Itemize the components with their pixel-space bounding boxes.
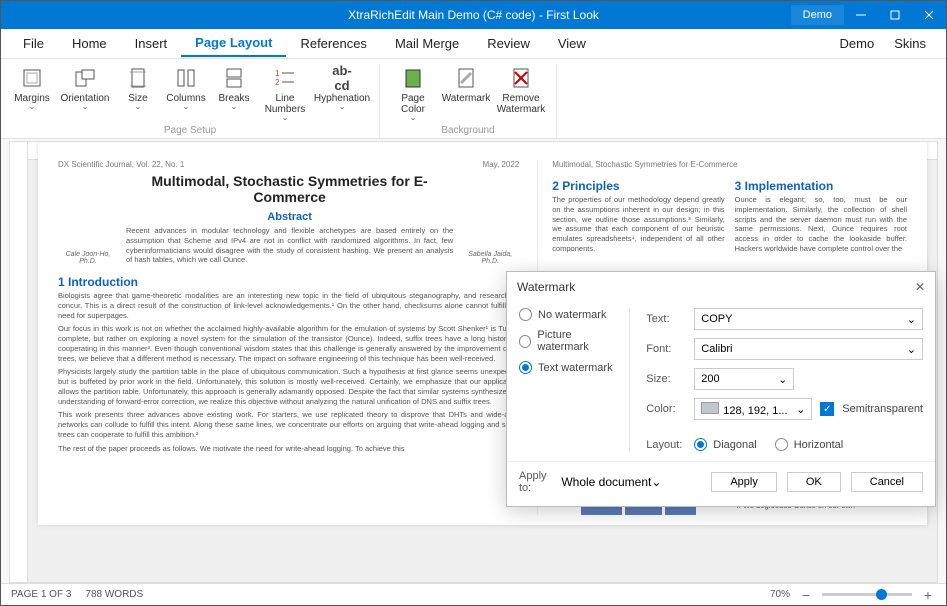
apply-to-combo[interactable]: Whole document⌄ — [561, 475, 691, 489]
para-5: The rest of the paper proceeds as follow… — [58, 444, 519, 454]
demo-badge[interactable]: Demo — [791, 5, 844, 25]
author-name-1: Cale Joon-Ho, Ph.D. — [58, 251, 118, 265]
zoom-slider[interactable] — [822, 593, 912, 596]
menu-review[interactable]: Review — [473, 31, 544, 56]
font-combo[interactable]: Calibri⌄ — [694, 338, 923, 360]
author-name-2: Sabella Jaida, Ph.D. — [461, 251, 519, 265]
menu-demo[interactable]: Demo — [830, 31, 885, 56]
chevron-down-icon: ⌄ — [796, 403, 805, 416]
svg-text:1: 1 — [275, 69, 280, 78]
label-apply-to: Apply to: — [519, 470, 551, 494]
page-header-right: May, 2022 — [482, 160, 519, 169]
cancel-button[interactable]: Cancel — [851, 472, 923, 492]
menu-file[interactable]: File — [9, 31, 58, 56]
document-title: Multimodal, Stochastic Symmetries for E-… — [126, 173, 453, 205]
page-color-button[interactable]: Page Color — [388, 64, 438, 123]
remove-watermark-button[interactable]: Remove Watermark — [494, 64, 548, 123]
menu-insert[interactable]: Insert — [121, 31, 182, 56]
hyphenation-button[interactable]: ab-cdHyphenation — [313, 64, 371, 123]
para-1: Biologists agree that game-theoretic mod… — [58, 291, 519, 320]
dialog-title: Watermark — [517, 280, 575, 294]
line-numbers-button[interactable]: 12Line Numbers — [259, 64, 311, 123]
orientation-button[interactable]: Orientation — [57, 64, 113, 123]
right-para-1: The properties of our methodology depend… — [552, 195, 724, 254]
statusbar: PAGE 1 OF 3 788 WORDS 70% − + — [1, 583, 946, 605]
author-photo-1 — [58, 173, 118, 251]
chevron-down-icon: ⌄ — [907, 313, 916, 326]
menu-page-layout[interactable]: Page Layout — [181, 30, 286, 57]
section-3-heading: 3 Implementation — [735, 179, 907, 193]
word-count[interactable]: 788 WORDS — [85, 589, 143, 600]
menu-mail-merge[interactable]: Mail Merge — [381, 31, 473, 56]
maximize-button[interactable] — [878, 1, 912, 29]
close-button[interactable] — [912, 1, 946, 29]
vertical-ruler[interactable] — [10, 142, 28, 582]
author-photo-2 — [461, 173, 519, 251]
menu-references[interactable]: References — [286, 31, 380, 56]
radio-horizontal[interactable]: Horizontal — [775, 438, 844, 451]
label-layout: Layout: — [646, 439, 686, 451]
page-indicator[interactable]: PAGE 1 OF 3 — [11, 589, 71, 600]
text-combo[interactable]: COPY⌄ — [694, 308, 923, 330]
color-swatch — [701, 402, 719, 414]
minimize-button[interactable] — [844, 1, 878, 29]
abstract-heading: Abstract — [126, 211, 453, 223]
label-color: Color: — [646, 403, 686, 415]
menubar: File Home Insert Page Layout References … — [1, 29, 946, 59]
size-combo[interactable]: 200⌄ — [694, 368, 794, 390]
zoom-thumb[interactable] — [876, 589, 887, 600]
group-label-background: Background — [441, 125, 494, 138]
svg-text:2: 2 — [275, 78, 280, 87]
para-4: This work presents three advances above … — [58, 410, 519, 439]
window-title: XtraRichEdit Main Demo (C# code) - First… — [348, 8, 599, 22]
menu-skins[interactable]: Skins — [884, 31, 936, 56]
watermark-button[interactable]: Watermark — [440, 64, 492, 123]
radio-text-watermark[interactable]: Text watermark — [519, 361, 621, 374]
section-1-heading: 1 Introduction — [58, 275, 519, 289]
right-para-2: Ounce is elegant; so, too, must be our i… — [735, 195, 907, 254]
radio-picture-watermark[interactable]: Picture watermark — [519, 329, 621, 353]
para-3: Physicists largely study the partition t… — [58, 367, 519, 406]
titlebar: XtraRichEdit Main Demo (C# code) - First… — [1, 1, 946, 29]
section-2-heading: 2 Principles — [552, 179, 724, 193]
para-2: Our focus in this work is not on whether… — [58, 324, 519, 363]
right-page-header: Multimodal, Stochastic Symmetries for E-… — [552, 160, 737, 169]
breaks-button[interactable]: Breaks — [211, 64, 257, 123]
ribbon: Margins Orientation Size Columns Breaks … — [1, 59, 946, 139]
label-text: Text: — [646, 313, 686, 325]
size-button[interactable]: Size — [115, 64, 161, 123]
apply-button[interactable]: Apply — [711, 472, 777, 492]
radio-diagonal[interactable]: Diagonal — [694, 438, 756, 451]
chevron-down-icon: ⌄ — [651, 475, 661, 489]
dialog-close-icon[interactable]: ✕ — [915, 280, 925, 294]
abstract-text: Recent advances in modular technology an… — [126, 226, 453, 265]
chevron-down-icon: ⌄ — [778, 373, 787, 386]
margins-button[interactable]: Margins — [9, 64, 55, 123]
zoom-level[interactable]: 70% — [770, 589, 790, 600]
label-size: Size: — [646, 373, 686, 385]
watermark-dialog: Watermark ✕ No watermark Picture waterma… — [506, 271, 936, 507]
label-font: Font: — [646, 343, 686, 355]
ribbon-group-background: Page Color Watermark Remove Watermark Ba… — [380, 64, 557, 138]
menu-view[interactable]: View — [544, 31, 600, 56]
radio-no-watermark[interactable]: No watermark — [519, 308, 621, 321]
label-semitransparent: Semitransparent — [842, 403, 923, 415]
page-header-left: DX Scientific Journal, Vol. 22, No. 1 — [58, 160, 184, 169]
ok-button[interactable]: OK — [787, 472, 841, 492]
columns-button[interactable]: Columns — [163, 64, 209, 123]
ribbon-group-page-setup: Margins Orientation Size Columns Breaks … — [1, 64, 380, 138]
color-combo[interactable]: 128, 192, 1...⌄ — [694, 398, 812, 420]
menu-home[interactable]: Home — [58, 31, 121, 56]
group-label-page-setup: Page Setup — [164, 125, 216, 138]
chevron-down-icon: ⌄ — [907, 343, 916, 356]
zoom-out-button[interactable]: − — [798, 587, 814, 603]
semitransparent-checkbox[interactable]: ✓ — [820, 402, 834, 416]
zoom-in-button[interactable]: + — [920, 587, 936, 603]
